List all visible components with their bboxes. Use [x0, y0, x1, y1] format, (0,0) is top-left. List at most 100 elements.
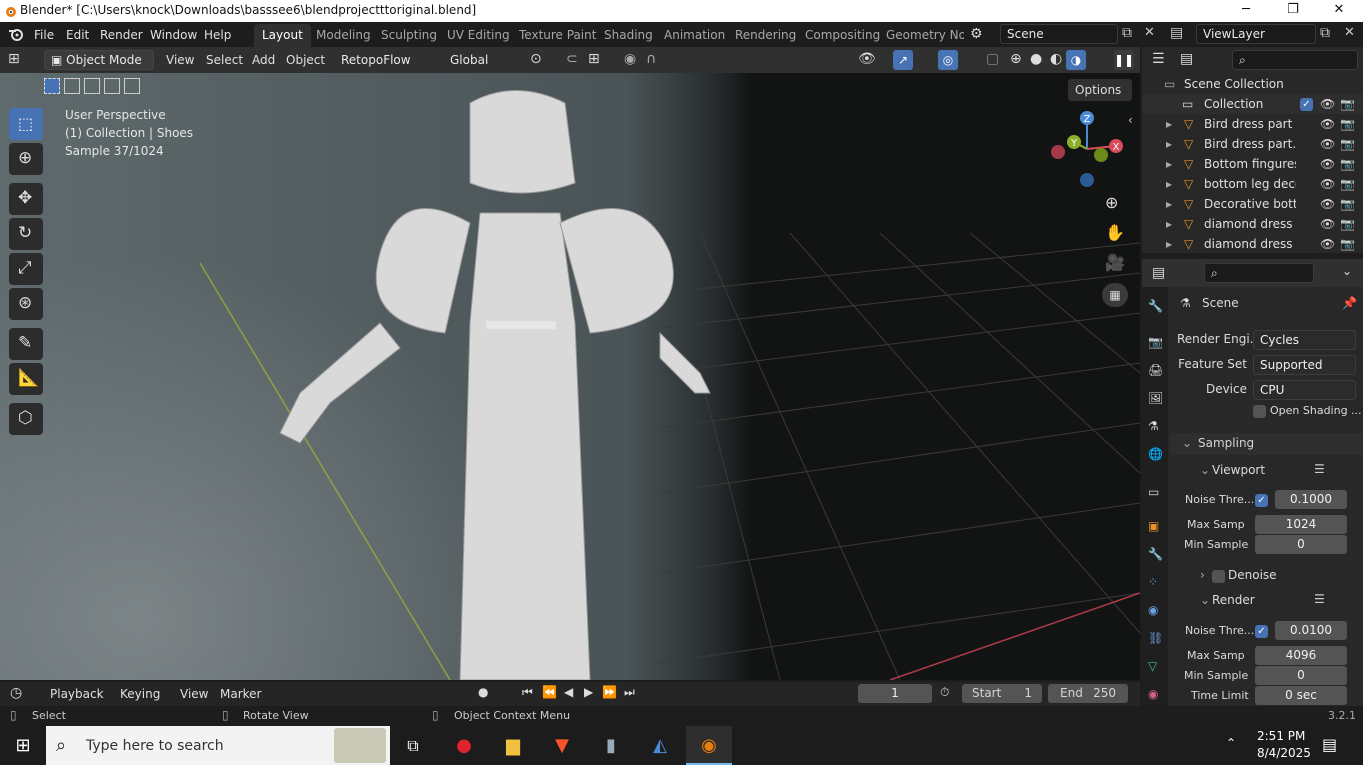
proportional-edit-icon[interactable]: ◉ — [624, 51, 636, 67]
play-icon[interactable]: ▶ — [584, 685, 593, 699]
visibility-icon[interactable]: 👁 — [1320, 194, 1335, 214]
close-button[interactable]: ✕ — [1316, 0, 1362, 22]
brave-icon[interactable]: ▼ — [539, 726, 585, 765]
jump-end-icon[interactable]: ⏭ — [624, 685, 635, 700]
tab-shading[interactable]: Shading — [596, 24, 661, 47]
collection-visibility-icon[interactable]: 👁 — [1320, 94, 1335, 114]
menu-file[interactable]: File — [28, 25, 60, 45]
vp-noise-checkbox[interactable]: ✓ — [1255, 494, 1268, 507]
vp-min-field[interactable]: 0 — [1255, 535, 1347, 554]
tool-tab-icon[interactable]: 🔧 — [1148, 299, 1163, 313]
tray-chevron-icon[interactable]: ⌃ — [1226, 736, 1236, 750]
new-viewlayer-icon[interactable]: ⧉ — [1320, 25, 1330, 41]
select-new-icon[interactable] — [44, 78, 60, 94]
file-explorer-icon[interactable]: ▆ — [490, 726, 536, 765]
material-shading-icon[interactable]: ◐ — [1050, 51, 1062, 67]
physics-tab-icon[interactable]: ◉ — [1148, 603, 1158, 617]
render-engine-dropdown[interactable]: Cycles — [1253, 330, 1356, 350]
select-box-tool[interactable]: ⬚ — [9, 108, 43, 140]
new-scene-icon[interactable]: ⧉ — [1122, 25, 1132, 41]
orientation-dropdown[interactable]: Global — [443, 50, 523, 70]
material-tab-icon[interactable]: ◉ — [1148, 687, 1158, 701]
visibility-icon[interactable]: 👁 — [1320, 234, 1335, 253]
jump-keyframe-forward-icon[interactable]: ⏩ — [602, 685, 617, 699]
select-menu[interactable]: Select — [200, 50, 249, 70]
r-max-field[interactable]: 4096 — [1255, 646, 1347, 665]
outliner-item[interactable]: ▸ ▽ diamond dress par 👁📷 — [1142, 214, 1363, 234]
add-cube-tool[interactable]: ⬡ — [9, 403, 43, 435]
outliner-editor-icon[interactable]: ☰ — [1152, 51, 1165, 67]
3d-viewport[interactable]: User Perspective (1) Collection | Shoes … — [0, 73, 1140, 680]
tab-rendering[interactable]: Rendering — [727, 24, 804, 47]
gizmo-toggle-icon[interactable]: ↗ — [893, 50, 913, 70]
jump-keyframe-back-icon[interactable]: ⏪ — [542, 685, 557, 699]
timer-icon[interactable]: ⏱ — [940, 685, 949, 700]
expand-icon[interactable]: ▸ — [1166, 234, 1172, 253]
tab-layout[interactable]: Layout — [254, 24, 311, 47]
tab-animation[interactable]: Animation — [656, 24, 733, 47]
play-reverse-icon[interactable]: ◀ — [564, 685, 573, 699]
windows-start-icon[interactable]: ⊞ — [0, 726, 46, 765]
keyframe-record-icon[interactable]: ● — [478, 685, 488, 699]
view-menu[interactable]: View — [160, 50, 200, 70]
move-tool[interactable]: ✥ — [9, 183, 43, 215]
annotate-tool[interactable]: ✎ — [9, 328, 43, 360]
r-noise-checkbox[interactable]: ✓ — [1255, 625, 1268, 638]
osl-checkbox[interactable] — [1253, 405, 1266, 418]
notifications-icon[interactable]: ▤ — [1322, 735, 1337, 754]
editor-type-icon[interactable]: ⊞ — [8, 51, 20, 67]
marker-menu[interactable]: Marker — [214, 684, 267, 704]
taskbar-search-box[interactable]: ⌕ Type here to search — [46, 726, 390, 765]
preset-list-icon[interactable]: ☰ — [1314, 462, 1325, 476]
data-tab-icon[interactable]: ▽ — [1148, 659, 1157, 673]
scene-selector-icon[interactable]: ⚙ — [970, 26, 983, 42]
outliner-search-input[interactable]: ⌕ — [1232, 50, 1358, 70]
task-view-icon[interactable]: ⧉ — [390, 726, 436, 765]
measure-tool[interactable]: 📐 — [9, 363, 43, 395]
chevron-down-icon[interactable]: ⌄ — [1200, 463, 1210, 477]
minimize-button[interactable]: ─ — [1223, 0, 1269, 22]
constraints-tab-icon[interactable]: ⛓ — [1148, 631, 1163, 645]
pivot-icon[interactable]: ⊙ — [530, 51, 542, 67]
tab-geometry-nodes[interactable]: Geometry Noc — [878, 24, 964, 47]
options-dropdown[interactable]: Options — [1068, 79, 1132, 101]
zoom-icon[interactable]: ⊕ — [1105, 193, 1118, 212]
menu-edit[interactable]: Edit — [60, 25, 95, 45]
timeline-editor-icon[interactable]: ◷ — [10, 685, 22, 701]
visibility-icon[interactable]: 👁 — [1320, 114, 1335, 134]
expand-icon[interactable]: ▸ — [1166, 114, 1172, 134]
select-subtract-icon[interactable] — [84, 78, 100, 94]
modifier-tab-icon[interactable]: 🔧 — [1148, 547, 1163, 561]
scene-tab-icon[interactable]: ⚗ — [1148, 419, 1159, 433]
add-menu[interactable]: Add — [246, 50, 281, 70]
collection-render-icon[interactable]: 📷 — [1340, 94, 1355, 114]
pin-icon[interactable]: 📌 — [1342, 296, 1357, 310]
render-icon[interactable]: 📷 — [1340, 134, 1355, 154]
wireframe-shading-icon[interactable]: ⊕ — [1010, 51, 1022, 67]
solid-shading-icon[interactable]: ● — [1030, 51, 1042, 67]
display-mode-icon[interactable]: ▤ — [1180, 51, 1193, 67]
preset-list-icon[interactable]: ☰ — [1314, 592, 1325, 606]
pan-hand-icon[interactable]: ✋ — [1105, 223, 1125, 242]
perspective-toggle-icon[interactable]: ▦ — [1102, 283, 1128, 307]
maximize-button[interactable]: ❐ — [1270, 0, 1316, 22]
r-noise-field[interactable]: 0.0100 — [1275, 621, 1347, 640]
menu-help[interactable]: Help — [198, 25, 237, 45]
expand-icon[interactable]: ▸ — [1166, 154, 1172, 174]
outliner-item[interactable]: ▸ ▽ bottom leg decora 👁📷 — [1142, 174, 1363, 194]
start-frame-field[interactable]: Start 1 — [962, 684, 1042, 703]
snap-target-icon[interactable]: ⊞ — [588, 51, 600, 67]
tab-modeling[interactable]: Modeling — [308, 24, 379, 47]
visibility-icon[interactable]: 👁 — [858, 51, 876, 67]
outliner-scene-collection[interactable]: ▭ Scene Collection — [1142, 74, 1363, 94]
properties-editor-icon[interactable]: ▤ — [1152, 265, 1165, 281]
sampling-section-header[interactable]: ⌄ Sampling — [1170, 433, 1363, 455]
expand-icon[interactable]: ▸ — [1166, 174, 1172, 194]
snap-icon[interactable]: ⊂ — [566, 51, 578, 67]
render-icon[interactable]: 📷 — [1340, 234, 1355, 253]
expand-icon[interactable]: ▸ — [1166, 194, 1172, 214]
expand-icon[interactable]: ▸ — [1166, 134, 1172, 154]
blender-taskbar-icon[interactable]: ◉ — [686, 726, 732, 765]
visibility-icon[interactable]: 👁 — [1320, 214, 1335, 234]
rotate-tool[interactable]: ↻ — [9, 218, 43, 250]
